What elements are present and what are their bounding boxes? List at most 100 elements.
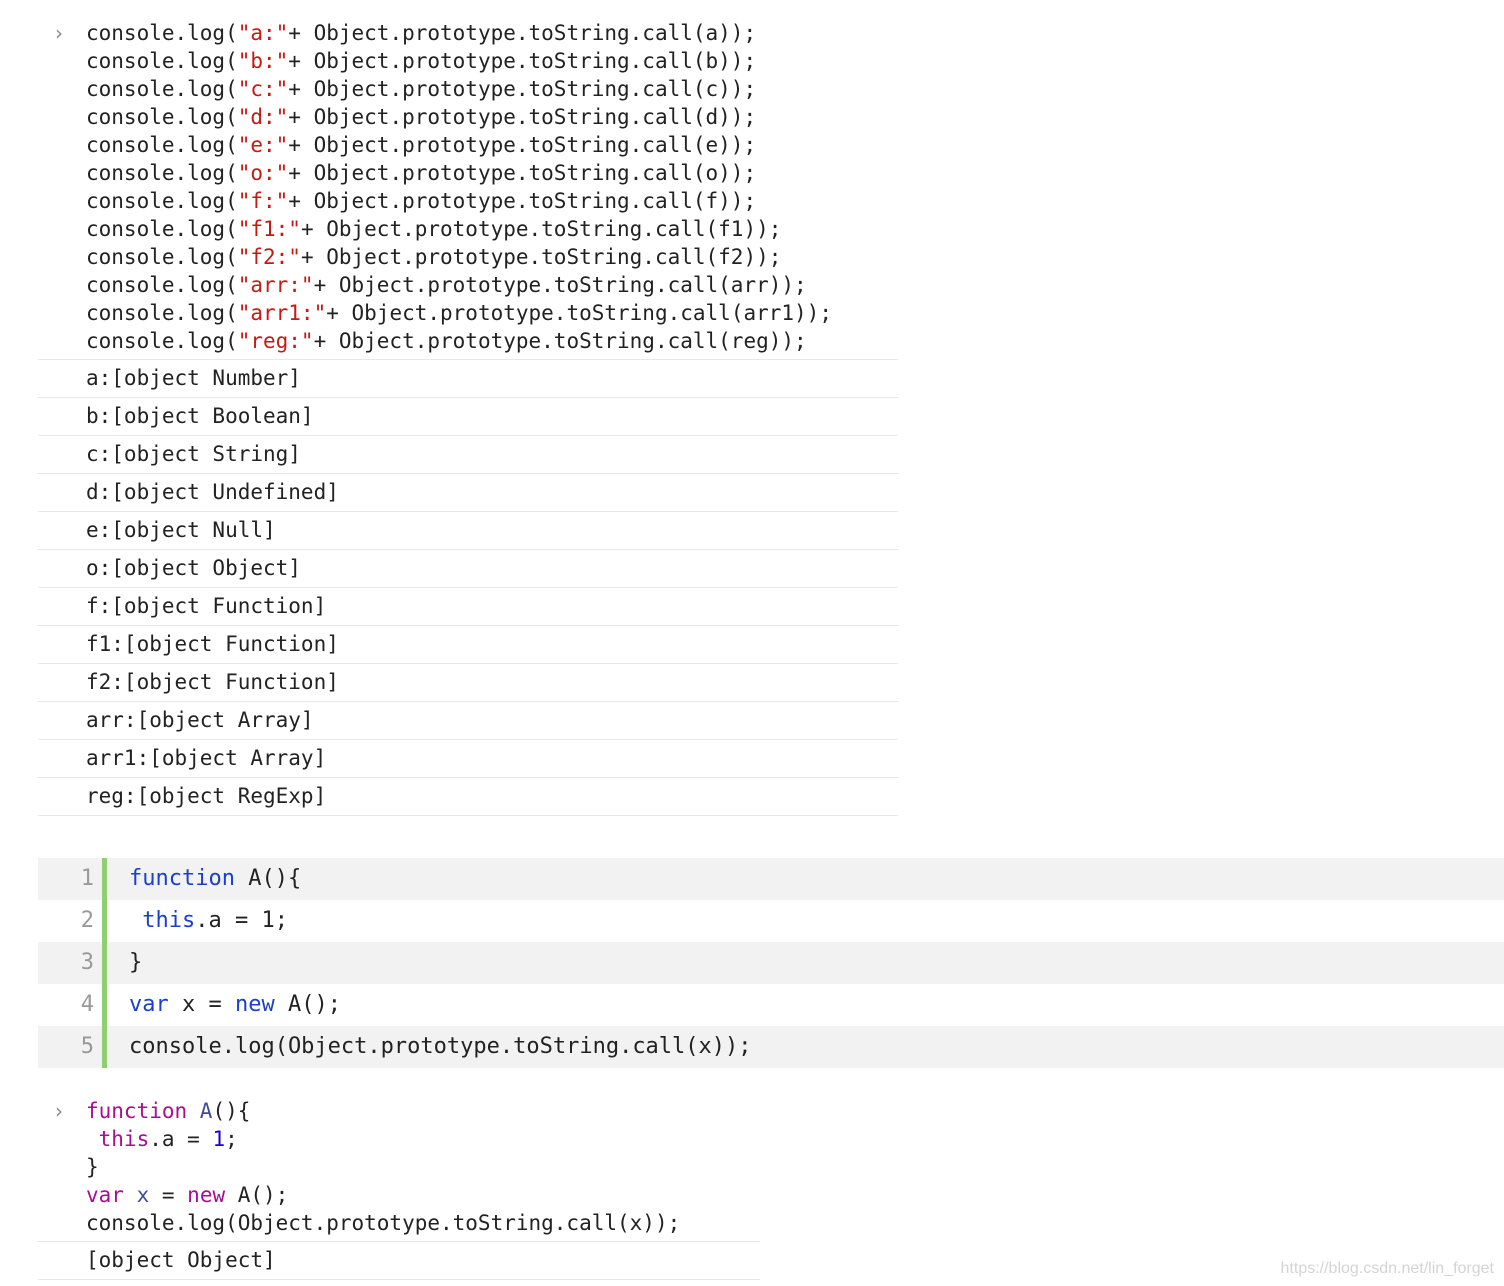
input-line-2: this.a = 1; — [86, 1125, 760, 1153]
console-input-block-2[interactable]: › function A(){ this.a = 1; } var x = ne… — [38, 1094, 760, 1242]
input-line: console.log("f1:"+ Object.prototype.toSt… — [86, 215, 898, 243]
input-line: console.log("a:"+ Object.prototype.toStr… — [86, 19, 898, 47]
input-line: console.log("arr:"+ Object.prototype.toS… — [86, 271, 898, 299]
string-literal: "f:" — [237, 189, 289, 213]
code-text: + Object.prototype.toString.call(a)); — [288, 21, 757, 45]
code-block: 1 function A(){2 this.a = 1; 3} 4 var x = ne… — [38, 858, 1504, 1068]
code-text: console.log( — [86, 21, 238, 45]
code-text: console.log( — [86, 189, 238, 213]
keyword: var — [129, 992, 169, 1017]
input-line: console.log("f:"+ Object.prototype.toStr… — [86, 187, 898, 215]
code-text: } — [129, 950, 143, 975]
input-line-4: var x = new A(); — [86, 1181, 760, 1209]
input-line: console.log("o:"+ Object.prototype.toStr… — [86, 159, 898, 187]
keyword: this — [86, 1127, 150, 1151]
string-literal: "reg:" — [237, 329, 314, 353]
code-text: A(){ — [234, 866, 302, 891]
input-line: console.log("e:"+ Object.prototype.toStr… — [86, 131, 898, 159]
line-number: 1 — [80, 866, 94, 891]
keyword: function — [86, 1099, 188, 1123]
string-literal: "arr:" — [237, 273, 314, 297]
code-text: .a = 1; — [195, 908, 288, 933]
string-literal: "f1:" — [237, 217, 301, 241]
console-session-2: › function A(){ this.a = 1; } var x = ne… — [38, 1094, 760, 1280]
code-line: function A(){ — [107, 858, 301, 900]
input-line: console.log("f2:"+ Object.prototype.toSt… — [86, 243, 898, 271]
string-literal: "arr1:" — [237, 301, 327, 325]
prompt-chevron-icon: › — [55, 1099, 63, 1123]
input-line-5: console.log(Object.prototype.toString.ca… — [86, 1209, 760, 1237]
input-line: console.log("arr1:"+ Object.prototype.to… — [86, 299, 898, 327]
string-literal: "d:" — [237, 105, 289, 129]
string-literal: "e:" — [237, 133, 289, 157]
keyword: new — [187, 1183, 226, 1207]
code-text: = — [149, 1183, 188, 1207]
code-row: 5 console.log(Object.prototype.toString.c… — [38, 1026, 1504, 1068]
console-session-1: › console.log("a:"+ Object.prototype.toS… — [38, 16, 898, 816]
console-output-line: o:[object Object] — [38, 550, 898, 588]
code-text: + Object.prototype.toString.call(o)); — [288, 161, 757, 185]
code-text: .a = — [149, 1127, 213, 1151]
identifier: x — [123, 1183, 150, 1207]
line-number: 3 — [80, 950, 94, 975]
console-output-line: f2:[object Function] — [38, 664, 898, 702]
code-text: (){ — [212, 1099, 251, 1123]
console-input-lines: console.log("a:"+ Object.prototype.toStr… — [86, 19, 898, 355]
code-text: console.log( — [86, 77, 238, 101]
string-literal: "c:" — [237, 77, 289, 101]
code-text: console.log(Object.prototype.toString.ca… — [129, 1034, 752, 1059]
string-literal: "a:" — [237, 21, 289, 45]
console-output-line: f:[object Function] — [38, 588, 898, 626]
identifier: A — [187, 1099, 213, 1123]
console-output-line: e:[object Null] — [38, 512, 898, 550]
code-text: console.log(Object.prototype.toString.ca… — [86, 1211, 681, 1235]
code-text: + Object.prototype.toString.call(arr)); — [313, 273, 807, 297]
console-output-line: reg:[object RegExp] — [38, 778, 898, 816]
input-line: console.log("c:"+ Object.prototype.toStr… — [86, 75, 898, 103]
code-text: console.log( — [86, 301, 238, 325]
code-line: this.a = 1; — [107, 900, 288, 942]
input-line-1: function A(){ — [86, 1097, 760, 1125]
console-output-line: [object Object] — [38, 1242, 760, 1280]
keyword: this — [129, 908, 196, 933]
code-text: + Object.prototype.toString.call(f1)); — [300, 217, 782, 241]
console-output-line: arr1:[object Array] — [38, 740, 898, 778]
code-text: + Object.prototype.toString.call(b)); — [288, 49, 757, 73]
prompt-chevron-icon: › — [55, 21, 63, 45]
line-number: 2 — [80, 908, 94, 933]
console-output-line: b:[object Boolean] — [38, 398, 898, 436]
code-text: + Object.prototype.toString.call(arr1)); — [326, 301, 832, 325]
code-text: console.log( — [86, 217, 238, 241]
code-text: + Object.prototype.toString.call(f)); — [288, 189, 757, 213]
code-text: + Object.prototype.toString.call(d)); — [288, 105, 757, 129]
number-literal: 1 — [212, 1127, 226, 1151]
input-line: console.log("d:"+ Object.prototype.toStr… — [86, 103, 898, 131]
code-text: console.log( — [86, 133, 238, 157]
code-row: 3} — [38, 942, 1504, 984]
keyword: function — [129, 866, 235, 891]
code-line: var x = new A(); — [107, 984, 341, 1026]
code-text: + Object.prototype.toString.call(f2)); — [300, 245, 782, 269]
line-number: 5 — [80, 1034, 94, 1059]
console-input-block[interactable]: › console.log("a:"+ Object.prototype.toS… — [38, 16, 898, 360]
code-text: console.log( — [86, 245, 238, 269]
string-literal: "b:" — [237, 49, 289, 73]
code-text: ; — [225, 1127, 238, 1151]
code-row: 2 this.a = 1; — [38, 900, 1504, 942]
code-row: 1 function A(){ — [38, 858, 1504, 900]
code-text: console.log( — [86, 105, 238, 129]
input-line-3: } — [86, 1153, 760, 1181]
code-text: + Object.prototype.toString.call(e)); — [288, 133, 757, 157]
code-text: + Object.prototype.toString.call(c)); — [288, 77, 757, 101]
code-text: + Object.prototype.toString.call(reg)); — [313, 329, 807, 353]
string-literal: "o:" — [237, 161, 289, 185]
code-text: } — [86, 1155, 99, 1179]
console-output-line: a:[object Number] — [38, 360, 898, 398]
code-text: console.log( — [86, 273, 238, 297]
code-text: console.log( — [86, 329, 238, 353]
string-literal: "f2:" — [237, 245, 301, 269]
console-output-line: f1:[object Function] — [38, 626, 898, 664]
keyword: new — [234, 992, 275, 1017]
keyword: var — [86, 1183, 124, 1207]
code-text: A(); — [274, 992, 341, 1017]
